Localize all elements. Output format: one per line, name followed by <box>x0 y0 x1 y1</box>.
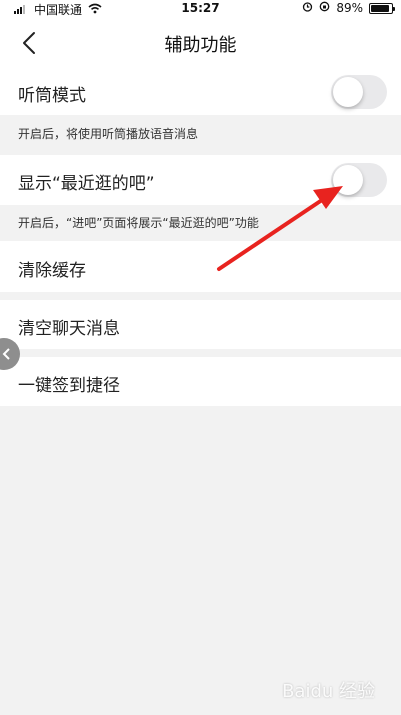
setting-row-receiver-mode: 听筒模式 <box>0 69 401 115</box>
watermark: Baidu 经验 <box>282 681 375 702</box>
page-title: 辅助功能 <box>164 35 237 56</box>
floating-assist-handle[interactable] <box>0 338 20 370</box>
receiver-mode-label: 听筒模式 <box>18 86 86 106</box>
clear-cache-label: 清除缓存 <box>18 261 86 281</box>
receiver-mode-note: 开启后，将使用听筒播放语音消息 <box>18 127 199 141</box>
clear-chat-item[interactable]: 清空聊天消息 <box>0 300 401 349</box>
sign-in-shortcut-item[interactable]: 一键签到捷径 <box>0 357 401 406</box>
show-recent-note: 开启后，“进吧”页面将展示“最近逛的吧”功能 <box>18 216 259 230</box>
status-right: 89% <box>302 1 395 15</box>
battery-fill <box>371 4 389 12</box>
nav-bar: 辅助功能 <box>0 17 401 69</box>
chevron-left-icon <box>2 348 10 360</box>
setting-row-show-recent: 显示“最近逛的吧” <box>0 155 401 205</box>
receiver-mode-toggle[interactable] <box>331 75 387 109</box>
toggle-knob <box>333 165 363 195</box>
sign-in-shortcut-label: 一键签到捷径 <box>18 376 120 396</box>
clear-cache-item[interactable]: 清除缓存 <box>0 241 401 292</box>
clear-chat-label: 清空聊天消息 <box>18 319 120 339</box>
toggle-knob <box>333 77 363 107</box>
battery-percent: 89% <box>336 1 363 15</box>
status-bar: 中国联通 15:27 89% <box>0 0 401 17</box>
rotation-lock-icon <box>319 1 330 15</box>
show-recent-label: 显示“最近逛的吧” <box>18 174 155 194</box>
show-recent-toggle[interactable] <box>331 163 387 197</box>
alarm-icon <box>302 1 313 15</box>
battery-icon <box>369 2 395 14</box>
